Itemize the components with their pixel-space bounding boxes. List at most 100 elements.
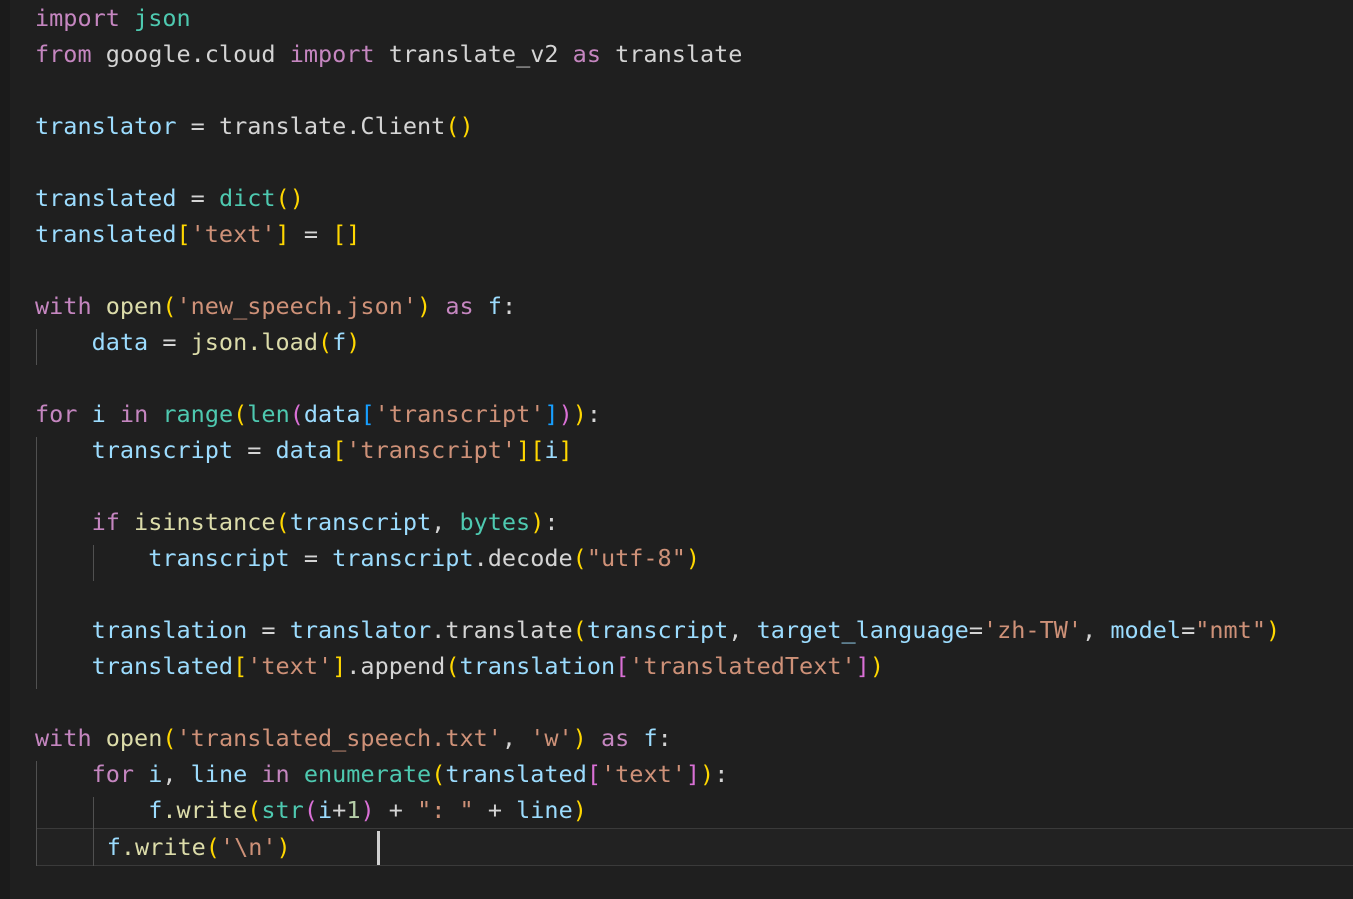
operator-assign: = [233,436,276,464]
bracket-close: ] [332,652,347,680]
builtin-isinstance: isinstance [134,508,276,536]
operator-assign: = [1181,616,1196,644]
variable-f: f [487,292,502,320]
bracket-close: ) [869,652,884,680]
bracket-close: ] [558,436,573,464]
bracket-open: ( [445,652,460,680]
keyword-as: as [600,724,630,752]
code-line-current[interactable]: f.write('\n') [36,828,1353,866]
code-line[interactable]: f.write(str(i+1) + ": " + line) [0,792,1353,828]
string-input-filename: 'new_speech.json' [176,292,418,320]
variable-translated: translated [35,184,177,212]
variable-line: line [190,760,248,788]
keyword-from: from [35,40,92,68]
code-line[interactable]: for i, line in enumerate(translated['tex… [0,756,1353,792]
kwarg-model: model [1110,616,1182,644]
variable-translator: translator [289,616,432,644]
code-line-blank[interactable] [0,252,1353,288]
variable-line: line [516,796,573,824]
code-line-blank[interactable] [0,144,1353,180]
code-line-blank[interactable] [0,72,1353,108]
code-line[interactable]: with open('translated_speech.txt', 'w') … [0,720,1353,756]
variable-data: data [91,328,149,356]
bracket-close: ] [544,400,559,428]
builtin-str: str [261,796,304,824]
code-line[interactable]: transcript = transcript.decode("utf-8") [0,540,1353,576]
indent-guide-level-1-block-with-2 [36,761,37,866]
string-text-key: 'text' [247,652,333,680]
string-target-language: 'zh-TW' [982,616,1083,644]
string-transcript-key: 'transcript' [346,436,517,464]
operator-plus: + [332,796,347,824]
bracket-close: ) [572,796,587,824]
call-json-load: json.load [190,328,318,356]
operator-colon: : [657,724,672,752]
string-transcript-key: 'transcript' [374,400,545,428]
code-editor[interactable]: import json from google.cloud import tra… [0,0,1353,899]
keyword-as: as [445,292,474,320]
code-line-blank[interactable] [0,360,1353,396]
code-line[interactable]: from google.cloud import translate_v2 as… [0,36,1353,72]
variable-transcript: transcript [148,544,290,572]
builtin-open: open [105,724,163,752]
code-surface[interactable]: import json from google.cloud import tra… [0,0,1353,899]
builtin-dict: dict [218,184,276,212]
bracket-close: ) [459,112,474,140]
operator-colon: : [586,400,602,428]
bracket-close: ) [1265,616,1281,644]
builtin-len: len [247,400,290,428]
code-line[interactable]: translated['text'] = [] [0,216,1353,252]
call-translate-client: translate.Client [218,112,446,140]
code-line-blank[interactable] [0,576,1353,612]
bracket-open: ( [289,400,304,428]
operator-assign: = [289,220,333,248]
code-line[interactable]: if isinstance(transcript, bytes): [0,504,1353,540]
bracket-open: ( [275,508,290,536]
code-line[interactable]: with open('new_speech.json') as f: [0,288,1353,324]
variable-transcript: transcript [586,616,729,644]
code-line[interactable]: data = json.load(f) [0,324,1353,360]
variable-translated: translated [35,220,177,248]
operator-assign: = [289,544,333,572]
variable-i: i [318,796,333,824]
keyword-with: with [35,292,92,320]
keyword-for: for [35,400,78,428]
bracket-open: [ [530,436,545,464]
bracket-open: ( [205,833,220,861]
indent-guide-level-2-block-for-inner [93,797,94,866]
code-line[interactable]: import json [0,0,1353,36]
method-write: .write [162,796,248,824]
text-cursor [377,831,380,865]
bracket-close: ) [558,400,573,428]
code-line-blank[interactable] [0,684,1353,720]
bracket-close: ) [276,833,291,861]
operator-assign: = [148,328,191,356]
bracket-open: [ [332,436,347,464]
code-line[interactable]: translator = translate.Client() [0,108,1353,144]
kwarg-target-language: target_language [756,616,969,644]
code-line[interactable]: translated['text'].append(translation['t… [0,648,1353,684]
variable-translated: translated [445,760,587,788]
code-line-blank[interactable] [0,468,1353,504]
code-line[interactable]: translated = dict() [0,180,1353,216]
code-line[interactable]: transcript = data['transcript'][i] [0,432,1353,468]
indent-guide-level-2-block-if [93,545,94,581]
code-line[interactable]: for i in range(len(data['transcript'])): [0,396,1353,432]
bracket-open: [ [176,220,191,248]
code-line[interactable]: translation = translator.translate(trans… [0,612,1353,648]
method-write: .write [120,833,206,861]
